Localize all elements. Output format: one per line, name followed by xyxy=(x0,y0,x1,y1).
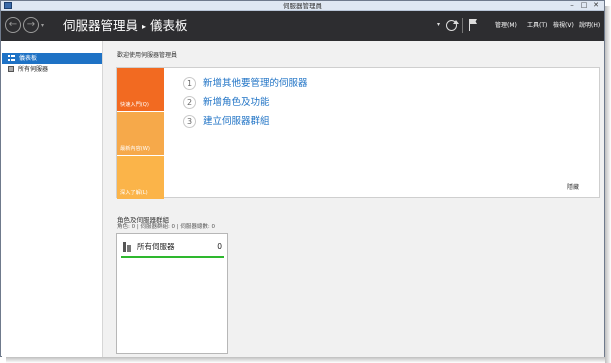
sidebar-item-dashboard[interactable]: 儀表板 xyxy=(2,53,102,64)
sidebar-item-label: 儀表板 xyxy=(19,55,38,62)
breadcrumb-root[interactable]: 伺服器管理員 xyxy=(63,18,138,33)
breadcrumb-separator-icon: ▸ xyxy=(142,21,147,31)
refresh-dropdown-icon[interactable]: ▾ xyxy=(437,21,440,28)
dashboard-grid-icon xyxy=(8,55,15,61)
close-button[interactable]: ✕ xyxy=(590,1,602,10)
add-roles-link[interactable]: 新增角色及功能 xyxy=(203,96,270,109)
history-dropdown-icon[interactable]: ▾ xyxy=(41,22,44,29)
window-title: 伺服器管理員 xyxy=(283,2,322,10)
notifications-flag-icon[interactable] xyxy=(469,19,478,31)
welcome-panel: 快速入門(Q) 最新內容(W) 深入了解(L) 1 新增其他要管理的伺服器 2 … xyxy=(116,67,600,199)
refresh-icon[interactable] xyxy=(446,20,459,31)
list-item: 2 新增角色及功能 xyxy=(183,96,423,110)
header-divider xyxy=(462,18,463,33)
sidebar-item-label: 所有伺服器 xyxy=(18,66,49,73)
step-number: 2 xyxy=(183,96,196,109)
tile-title[interactable]: 所有伺服器 xyxy=(137,242,175,252)
list-item: 1 新增其他要管理的伺服器 xyxy=(183,77,423,91)
step-number: 3 xyxy=(183,115,196,128)
minimize-button[interactable]: – xyxy=(566,1,578,10)
sidebar: 儀表板 所有伺服器 xyxy=(2,41,103,357)
create-server-group-link[interactable]: 建立伺服器群組 xyxy=(203,115,270,128)
add-servers-link[interactable]: 新增其他要管理的伺服器 xyxy=(203,77,308,90)
servers-icon xyxy=(123,242,132,252)
tab-whats-new[interactable]: 最新內容(W) xyxy=(117,112,164,155)
menu-view[interactable]: 檢視(V) xyxy=(553,20,574,32)
server-manager-window: 伺服器管理員 – □ ✕ ← → ▾ 伺服器管理員 ▸ 儀表板 ▾ 管理(M) 工具… xyxy=(0,0,605,357)
maximize-button[interactable]: □ xyxy=(578,1,590,10)
roles-summary: 角色: 0 | 伺服器群組: 0 | 伺服器總數: 0 xyxy=(117,224,216,230)
tab-learn-more[interactable]: 深入了解(L) xyxy=(117,156,164,199)
status-bar xyxy=(121,256,224,258)
main-content: 歡迎使用伺服器管理員 快速入門(Q) 最新內容(W) 深入了解(L) 1 新增其… xyxy=(103,41,604,357)
breadcrumb: 伺服器管理員 ▸ 儀表板 xyxy=(63,17,188,36)
menu-manage[interactable]: 管理(M) xyxy=(495,20,517,32)
list-item: 3 建立伺服器群組 xyxy=(183,115,423,129)
step-number: 1 xyxy=(183,77,196,90)
menu-tools[interactable]: 工具(T) xyxy=(527,20,547,32)
back-arrow-icon[interactable]: ← xyxy=(5,17,21,33)
breadcrumb-current: 儀表板 xyxy=(150,18,188,33)
tab-whats-new-label: 最新內容(W) xyxy=(120,146,150,152)
menu-help[interactable]: 說明(H) xyxy=(579,20,600,32)
tile-count: 0 xyxy=(217,242,222,251)
sidebar-item-all-servers[interactable]: 所有伺服器 xyxy=(2,64,102,75)
forward-arrow-icon[interactable]: → xyxy=(23,17,39,33)
servers-icon xyxy=(8,66,14,72)
window-shadow-right xyxy=(605,6,611,363)
tab-quick-start[interactable]: 快速入門(Q) xyxy=(117,68,164,111)
header-bar: ← → ▾ 伺服器管理員 ▸ 儀表板 ▾ 管理(M) 工具(T) 檢視(V) 說明(… xyxy=(1,11,604,41)
hide-welcome-link[interactable]: 隱藏 xyxy=(567,182,579,191)
tab-learn-more-label: 深入了解(L) xyxy=(120,190,148,196)
title-bar: 伺服器管理員 – □ ✕ xyxy=(1,1,604,11)
window-shadow-bottom xyxy=(6,357,605,363)
tab-quick-start-label: 快速入門(Q) xyxy=(120,102,149,108)
welcome-heading: 歡迎使用伺服器管理員 xyxy=(117,52,178,59)
all-servers-tile[interactable]: 所有伺服器 0 xyxy=(116,233,228,354)
